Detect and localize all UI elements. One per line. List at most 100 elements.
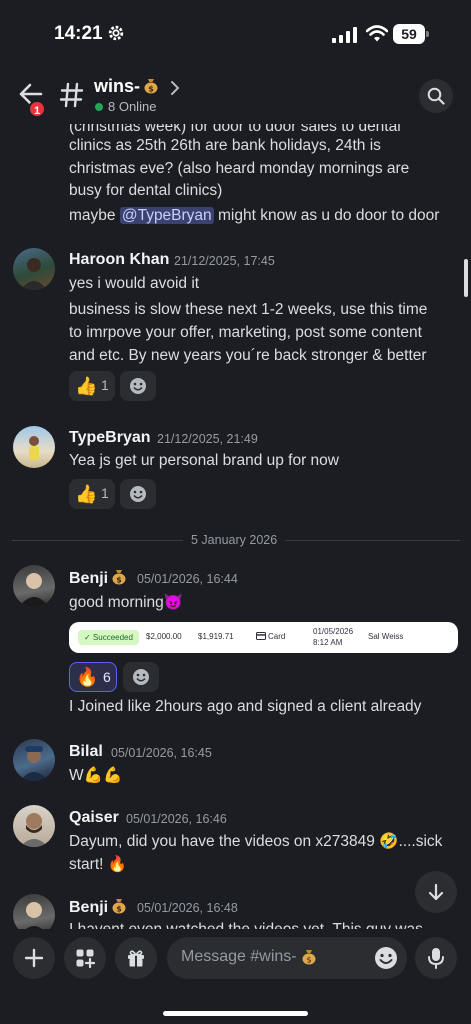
reaction-fire[interactable]: 🔥 6 <box>69 662 117 692</box>
add-reaction-button[interactable] <box>120 371 156 401</box>
message-text: yes i would avoid it <box>69 275 200 292</box>
username[interactable]: TypeBryan <box>69 429 151 447</box>
payment-method: Card <box>268 632 286 641</box>
reaction-count: 1 <box>101 485 109 501</box>
message-text: Dayum, did you have the videos on x27384… <box>69 833 443 850</box>
add-reaction-button[interactable] <box>120 479 156 509</box>
arrow-down-icon <box>428 883 444 901</box>
svg-text:$: $ <box>306 956 311 965</box>
payment-time: 8:12 AM <box>313 638 343 647</box>
payment-status-badge: ✓ Succeeded <box>78 630 139 645</box>
hash-icon <box>60 82 84 108</box>
channel-name: wins- <box>94 76 141 96</box>
message-text-part: W <box>69 767 84 784</box>
reaction-count: 1 <box>101 377 109 393</box>
wifi-icon <box>366 25 388 42</box>
username-text: Benji <box>69 570 109 587</box>
scrollbar-thumb[interactable] <box>464 259 468 297</box>
avatar[interactable] <box>13 894 55 929</box>
timestamp: 21/12/2025, 21:49 <box>157 432 258 446</box>
thumbs-up-emoji: 👍 <box>75 484 98 504</box>
flexed-biceps-emoji: 💪💪 <box>83 767 123 784</box>
message-text: I Joined like 2hours ago and signed a cl… <box>69 698 422 715</box>
card-icon <box>256 632 266 640</box>
search-icon <box>427 87 445 105</box>
thumbs-up-emoji: 👍 <box>75 376 98 396</box>
gift-button[interactable] <box>115 937 157 979</box>
add-reaction-button[interactable] <box>123 662 159 692</box>
apps-icon <box>76 949 95 968</box>
message-input[interactable]: Message #wins- $ <box>167 937 407 979</box>
cellular-signal-icon <box>332 27 357 43</box>
message-text: (christmas week) for door to door sales … <box>69 124 401 135</box>
svg-text:$: $ <box>116 576 122 585</box>
channel-header: 1 wins- $ 8 Online <box>0 68 471 124</box>
status-time: 14:21 <box>54 23 103 44</box>
payment-date: 01/05/2026 <box>313 627 354 636</box>
timestamp: 05/01/2026, 16:45 <box>111 746 212 760</box>
emoji-icon <box>130 378 146 394</box>
message-text: W💪💪 <box>69 766 122 785</box>
avatar[interactable] <box>13 426 55 468</box>
message-list[interactable]: (christmas week) for door to door sales … <box>0 124 471 929</box>
money-bag-emoji: $ <box>302 950 316 965</box>
username[interactable]: Haroon Khan <box>69 251 169 269</box>
microphone-icon <box>428 948 444 969</box>
username[interactable]: Bilal <box>69 743 103 761</box>
avatar[interactable] <box>13 805 55 847</box>
message-text: christmas eve? (also heard monday mornin… <box>69 160 410 177</box>
timestamp: 05/01/2026, 16:44 <box>137 572 238 586</box>
message-text: clinics as 25th 26th are bank holidays, … <box>69 137 381 154</box>
message-text: busy for dental clinics) <box>69 182 223 199</box>
gift-icon <box>128 950 144 967</box>
apps-button[interactable] <box>64 937 106 979</box>
battery-indicator: 59 <box>393 24 429 44</box>
payment-net: $1,919.71 <box>198 632 234 641</box>
message-text: maybe @TypeBryan might know as u do door… <box>69 207 439 225</box>
home-indicator <box>163 1011 308 1016</box>
timestamp: 05/01/2026, 16:48 <box>137 901 238 915</box>
voice-message-button[interactable] <box>415 937 457 979</box>
channel-title[interactable]: wins- $ <box>94 76 159 97</box>
username[interactable]: Qaiser <box>69 809 119 827</box>
jump-to-present-button[interactable] <box>415 871 457 913</box>
reaction-thumbs-up[interactable]: 👍 1 <box>69 479 115 509</box>
avatar[interactable] <box>13 565 55 607</box>
emoji-icon <box>130 486 146 502</box>
avatar[interactable] <box>13 248 55 290</box>
settings-gear-icon <box>108 25 124 41</box>
online-count: 8 Online <box>108 99 157 114</box>
smiling-imp-emoji: 😈 <box>163 594 184 611</box>
payment-receipt-image[interactable]: ✓ Succeeded $2,000.00 $1,919.71 Card 01/… <box>69 622 458 653</box>
user-mention[interactable]: @TypeBryan <box>119 207 214 224</box>
chevron-right-icon[interactable] <box>170 80 180 96</box>
money-bag-emoji: $ <box>144 79 158 94</box>
username[interactable]: Benji $ <box>69 898 127 917</box>
date-divider: 5 January 2026 <box>183 533 286 547</box>
message-text-part: might know as u do door to door <box>213 207 440 224</box>
reaction-count: 6 <box>103 669 111 685</box>
message-text: Yea js get ur personal brand up for now <box>69 452 339 469</box>
search-button[interactable] <box>419 79 453 113</box>
payment-amount: $2,000.00 <box>146 632 182 641</box>
message-text-part: good morning <box>69 594 164 611</box>
attach-button[interactable] <box>13 937 55 979</box>
message-text: I havent even watched the videos yet. Th… <box>69 921 423 929</box>
notification-badge: 1 <box>28 100 46 118</box>
message-text: business is slow these next 1-2 weeks, u… <box>69 301 428 318</box>
fire-emoji: 🔥 <box>76 667 99 687</box>
message-text: to imrpove your offer, marketing, post s… <box>69 324 422 341</box>
money-bag-emoji: $ <box>112 899 126 914</box>
money-bag-emoji: $ <box>112 570 126 585</box>
emoji-icon[interactable] <box>374 946 398 970</box>
message-text: good morning😈 <box>69 593 183 612</box>
avatar[interactable] <box>13 739 55 781</box>
online-status-dot <box>95 103 103 111</box>
reaction-thumbs-up[interactable]: 👍 1 <box>69 371 115 401</box>
plus-icon <box>24 948 44 968</box>
status-bar: 14:21 59 <box>0 0 471 68</box>
username[interactable]: Benji $ <box>69 569 127 588</box>
message-text: and etc. By new years you´re back strong… <box>69 347 427 364</box>
battery-level: 59 <box>393 24 425 44</box>
timestamp: 21/12/2025, 17:45 <box>174 254 275 268</box>
